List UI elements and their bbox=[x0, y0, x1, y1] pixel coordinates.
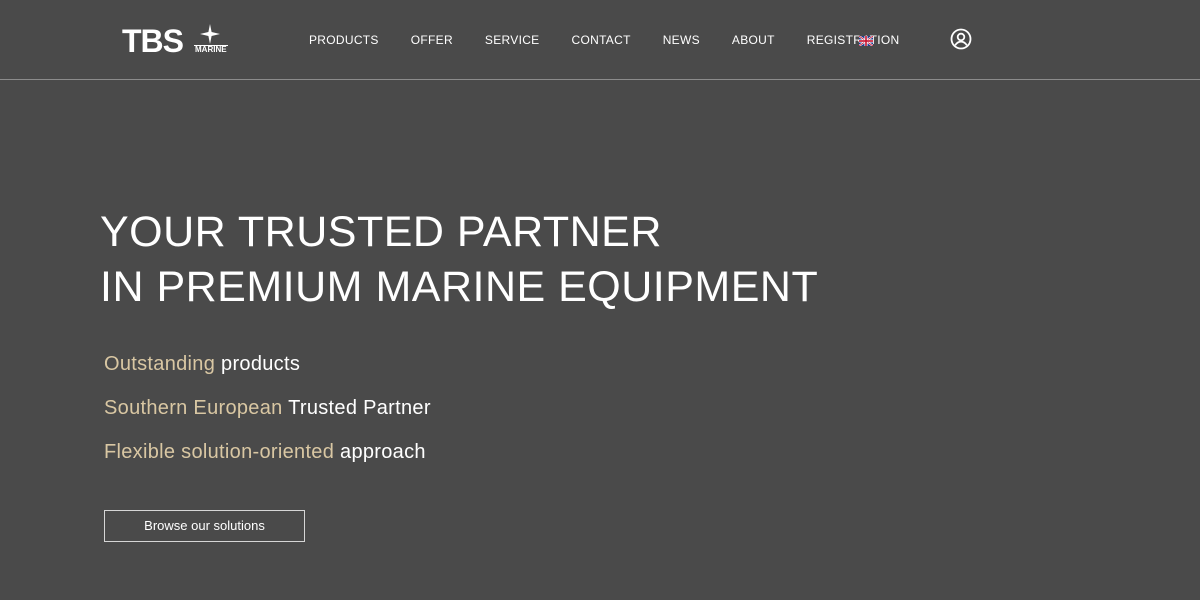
browse-solutions-button[interactable]: Browse our solutions bbox=[104, 510, 305, 542]
feature-list: Outstanding products Southern European T… bbox=[104, 346, 431, 478]
nav-about[interactable]: ABOUT bbox=[732, 31, 775, 49]
tbs-marine-logo[interactable]: TBS MARINE bbox=[122, 22, 232, 59]
account-graphic bbox=[950, 28, 972, 50]
top-navigation-bar: TBS MARINE PRODUCTS OFFER SERVICE CONTAC… bbox=[0, 0, 1200, 80]
hero-title-line-2: IN PREMIUM MARINE EQUIPMENT bbox=[100, 263, 819, 311]
nav-news[interactable]: NEWS bbox=[663, 31, 700, 49]
nav-service[interactable]: SERVICE bbox=[485, 31, 540, 49]
uk-flag-graphic bbox=[858, 35, 874, 47]
compass-star-icon bbox=[200, 24, 220, 44]
feature-item: Flexible solution-oriented approach bbox=[104, 434, 431, 478]
feature-item: Outstanding products bbox=[104, 346, 431, 390]
feature-text: Trusted Partner bbox=[288, 397, 431, 419]
feature-accent: Southern European bbox=[104, 397, 283, 419]
page: TBS MARINE PRODUCTS OFFER SERVICE CONTAC… bbox=[0, 0, 1200, 600]
logo-mark: TBS MARINE bbox=[122, 23, 228, 59]
nav-products[interactable]: PRODUCTS bbox=[309, 31, 379, 49]
hero-title-line-1: YOUR TRUSTED PARTNER bbox=[100, 208, 662, 256]
nav-contact[interactable]: CONTACT bbox=[572, 31, 631, 49]
nav-registration[interactable]: REGISTRATION bbox=[807, 31, 900, 49]
main-navigation: PRODUCTS OFFER SERVICE CONTACT NEWS ABOU… bbox=[309, 31, 931, 49]
feature-text: products bbox=[221, 353, 301, 375]
feature-item: Southern European Trusted Partner bbox=[104, 390, 431, 434]
feature-accent: Outstanding bbox=[104, 353, 216, 375]
feature-text: approach bbox=[340, 441, 426, 463]
user-circle-icon[interactable] bbox=[950, 28, 972, 50]
nav-offer[interactable]: OFFER bbox=[411, 31, 453, 49]
logo-text: TBS bbox=[122, 23, 184, 56]
logo-subtext: MARINE bbox=[195, 45, 227, 54]
uk-flag-icon[interactable] bbox=[858, 33, 874, 47]
feature-accent: Flexible solution-oriented bbox=[104, 441, 335, 463]
hero-title: YOUR TRUSTED PARTNER IN PREMIUM MARINE E… bbox=[100, 205, 818, 315]
